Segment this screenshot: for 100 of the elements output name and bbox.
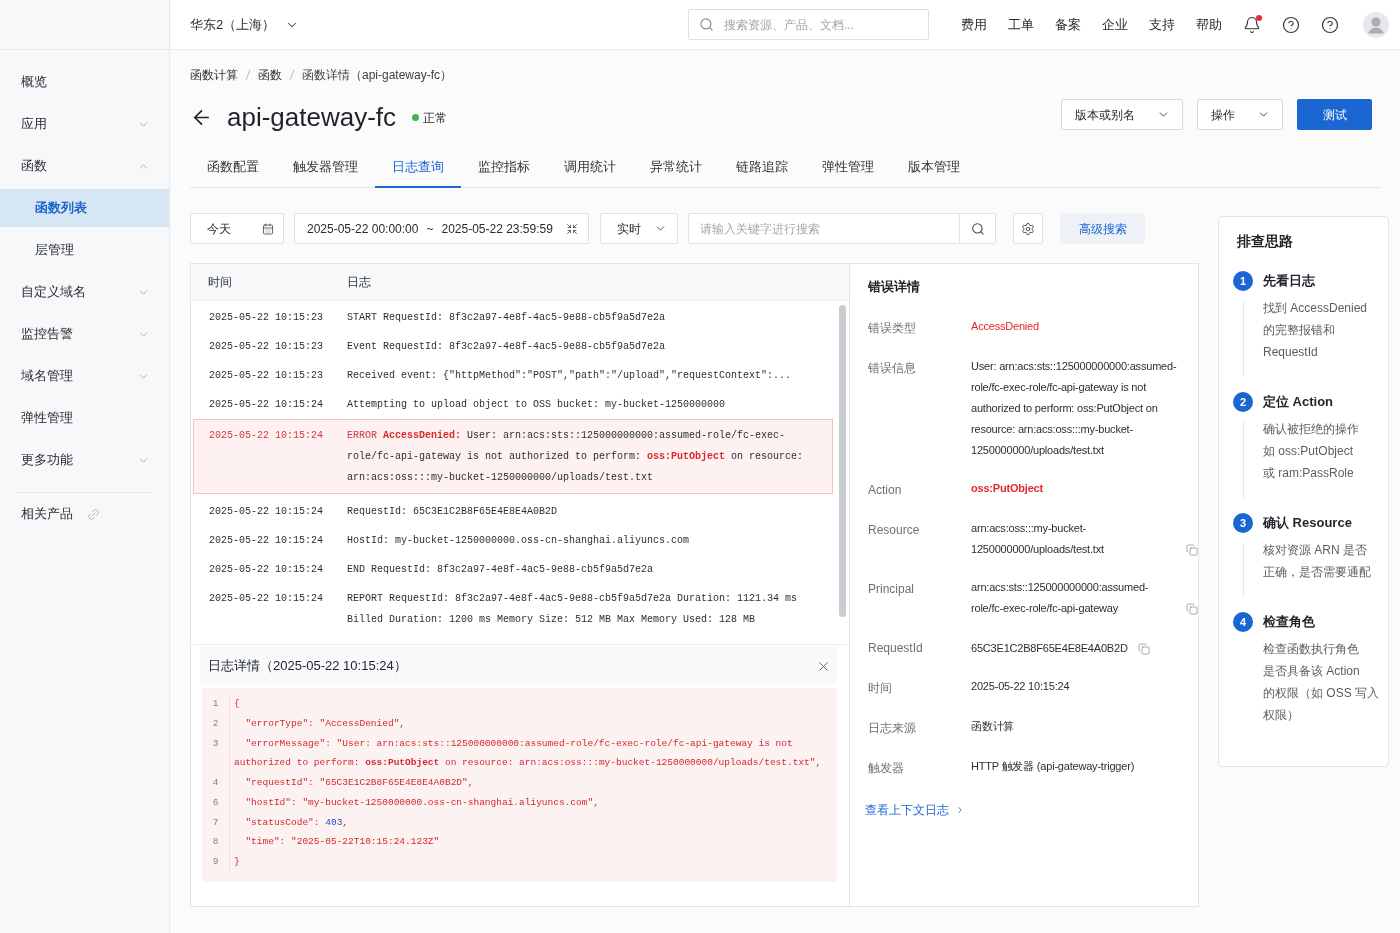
code-line: "requestId": "65C3E1C2B8F65E4E8E4A0B2D",	[244, 776, 475, 790]
breadcrumb-current: 函数详情（api-gateway-fc）	[302, 67, 453, 84]
tab[interactable]: 监控指标	[461, 148, 547, 188]
sidebar-subitem[interactable]: 层管理	[0, 231, 169, 269]
date-preset-select[interactable]: 今天	[190, 213, 284, 244]
field-label: RequestId	[868, 641, 923, 655]
step-title: 先看日志	[1263, 272, 1315, 290]
log-time: 2025-05-22 10:15:24	[209, 399, 324, 410]
field-value: AccessDenied	[971, 320, 1039, 332]
code-line: "errorMessage": "User: arn:acs:sts::125000000000:assumed-role/fc-exec-role/fc-api-gateway is not authorized to perform: oss:PutObject on resource: arn:acs:oss:::my-bucket-1250000000/uploads/test.txt",	[233, 736, 823, 771]
panel-title: 错误详情	[868, 278, 920, 296]
card-title: 排查思路	[1237, 232, 1293, 251]
sidebar-item[interactable]: 概览	[0, 61, 169, 103]
dropdown-button[interactable]: 版本或别名	[1061, 99, 1183, 130]
sidebar-item[interactable]: 相关产品	[0, 493, 169, 535]
bell-icon[interactable]	[1243, 15, 1261, 34]
step-number: 2	[1233, 392, 1253, 412]
search-field[interactable]: 搜索资源、产品、文档...	[688, 9, 929, 40]
code-line: {	[233, 697, 241, 711]
tab[interactable]: 版本管理	[891, 148, 977, 188]
settings-button[interactable]	[1013, 213, 1043, 244]
scrollbar-thumb[interactable]	[838, 305, 846, 617]
sidebar-item[interactable]: 更多功能	[0, 439, 169, 481]
field-label: 错误类型	[868, 321, 916, 335]
search-button[interactable]	[960, 213, 996, 244]
sidebar-item[interactable]: 监控告警	[0, 313, 169, 355]
sidebar-item[interactable]: 弹性管理	[0, 397, 169, 439]
search-icon	[970, 221, 985, 236]
search-field[interactable]: 请输入关键字进行搜索	[688, 213, 960, 244]
column-header: 时间	[208, 275, 232, 289]
nav-link[interactable]: 帮助	[1196, 14, 1222, 35]
tab[interactable]: 日志查询	[375, 148, 461, 188]
field-label: 触发器	[868, 761, 904, 775]
sidebar-item[interactable]: 函数	[0, 145, 169, 187]
nav-link[interactable]: 企业	[1102, 14, 1128, 35]
advanced-search-button[interactable]: 高级搜索	[1060, 213, 1145, 244]
shrink-arrows-icon	[566, 222, 578, 235]
step-title: 定位 Action	[1263, 393, 1334, 411]
line-number: 1	[212, 698, 219, 709]
field-label: 日志来源	[868, 721, 916, 735]
tab[interactable]: 弹性管理	[805, 148, 891, 188]
primary-button[interactable]: 测试	[1297, 99, 1372, 130]
tab[interactable]: 触发器管理	[276, 148, 375, 188]
date-range-picker[interactable]: 2025-05-22 00:00:00 ~ 2025-05-22 23:59:59	[294, 213, 589, 244]
field-label: Resource	[868, 523, 920, 537]
line-number: 7	[212, 816, 219, 828]
line-number: 2	[212, 717, 219, 729]
log-message: Received event: {"httpMethod":"POST","path":"/upload","requestContext":...	[347, 369, 793, 383]
log-message: REPORT RequestId: 8f3c2a97-4e8f-4ac5-9e88-cb5f9a5d7e2a Duration: 1121.34 ms Billed Duration: 1200 ms Memory Size: 512 MB Max Memory Used: 128 MB	[347, 592, 799, 627]
field-value: 2025-05-22 10:15:24	[971, 680, 1070, 692]
breadcrumb-link[interactable]: 函数	[258, 66, 282, 84]
step-number: 4	[1233, 612, 1253, 632]
tab[interactable]: 调用统计	[547, 148, 633, 188]
code-line: "errorType": "AccessDenied",	[244, 716, 407, 731]
log-message: END RequestId: 8f3c2a97-4e8f-4ac5-9e88-cb5f9a5d7e2a	[347, 563, 655, 577]
log-message: START RequestId: 8f3c2a97-4e8f-4ac5-9e88-cb5f9a5d7e2a	[347, 311, 667, 325]
log-time: 2025-05-22 10:15:24	[209, 593, 324, 604]
log-message: Attempting to upload object to OSS bucket: my-bucket-1250000000	[347, 398, 727, 412]
log-time: 2025-05-22 10:15:24	[209, 430, 324, 441]
tab[interactable]: 异常统计	[633, 148, 719, 188]
sidebar-item[interactable]: 自定义域名	[0, 271, 169, 313]
slash-icon	[289, 69, 295, 81]
field-label: 错误信息	[868, 361, 916, 375]
step-number: 1	[1233, 271, 1253, 291]
log-time: 2025-05-22 10:15:24	[209, 535, 324, 546]
log-message: Event RequestId: 8f3c2a97-4e8f-4ac5-9e88-cb5f9a5d7e2a	[347, 340, 667, 354]
context-log-link[interactable]: 查看上下文日志	[865, 801, 965, 819]
chevron-right-icon	[955, 805, 965, 815]
line-number: 3	[212, 737, 219, 749]
nav-link[interactable]: 工单	[1008, 14, 1034, 35]
log-time: 2025-05-22 10:15:23	[209, 370, 324, 381]
tab[interactable]: 函数配置	[190, 148, 276, 188]
field-label: Principal	[868, 582, 915, 596]
code-line: }	[233, 855, 241, 869]
step-description: 找到 AccessDenied 的完整报错和 RequestId	[1263, 300, 1368, 361]
log-message: ERROR AccessDenied: User: arn:acs:sts::125000000000:assumed-role/fc-exec-role/fc-api-gateway is not authorized to perform: oss:PutObject on resource: arn:acs:oss:::my-bucket-1250000000/uploads/test.txt	[347, 429, 805, 485]
breadcrumb-link[interactable]: 函数计算	[190, 66, 238, 84]
selected-log-row[interactable]	[193, 419, 833, 494]
sidebar-item[interactable]: 应用	[0, 103, 169, 145]
log-message: HostId: my-bucket-1250000000.oss-cn-shanghai.aliyuncs.com	[347, 534, 691, 548]
line-number: 8	[212, 836, 219, 848]
nav-link[interactable]: 费用	[961, 14, 987, 35]
help-icon[interactable]	[1282, 15, 1300, 34]
help-icon[interactable]	[1321, 15, 1339, 34]
field-value: 65C3E1C2B8F65E4E8E4A0B2D	[971, 641, 1128, 656]
sidebar-item[interactable]: 域名管理	[0, 355, 169, 397]
slash-icon	[245, 69, 251, 81]
tab[interactable]: 链路追踪	[719, 148, 805, 188]
mode-select[interactable]: 实时	[600, 213, 678, 244]
code-line: "time": "2025-05-22T10:15:24.123Z"	[244, 835, 441, 850]
log-detail-title: 日志详情（2025-05-22 10:15:24）	[208, 657, 407, 676]
nav-link[interactable]: 备案	[1055, 14, 1081, 35]
step-number: 3	[1233, 513, 1253, 533]
nav-link[interactable]: 支持	[1149, 14, 1175, 35]
sidebar-subitem[interactable]: 函数列表	[0, 189, 169, 227]
log-time: 2025-05-22 10:15:24	[209, 506, 324, 517]
region-selector[interactable]: 华东2（上海）	[190, 14, 300, 35]
field-value: arn:acs:sts::125000000000:assumed-role/fc-exec-role/fc-api-gateway	[971, 580, 1150, 616]
line-number: 4	[212, 777, 219, 788]
dropdown-button[interactable]: 操作	[1197, 99, 1283, 130]
